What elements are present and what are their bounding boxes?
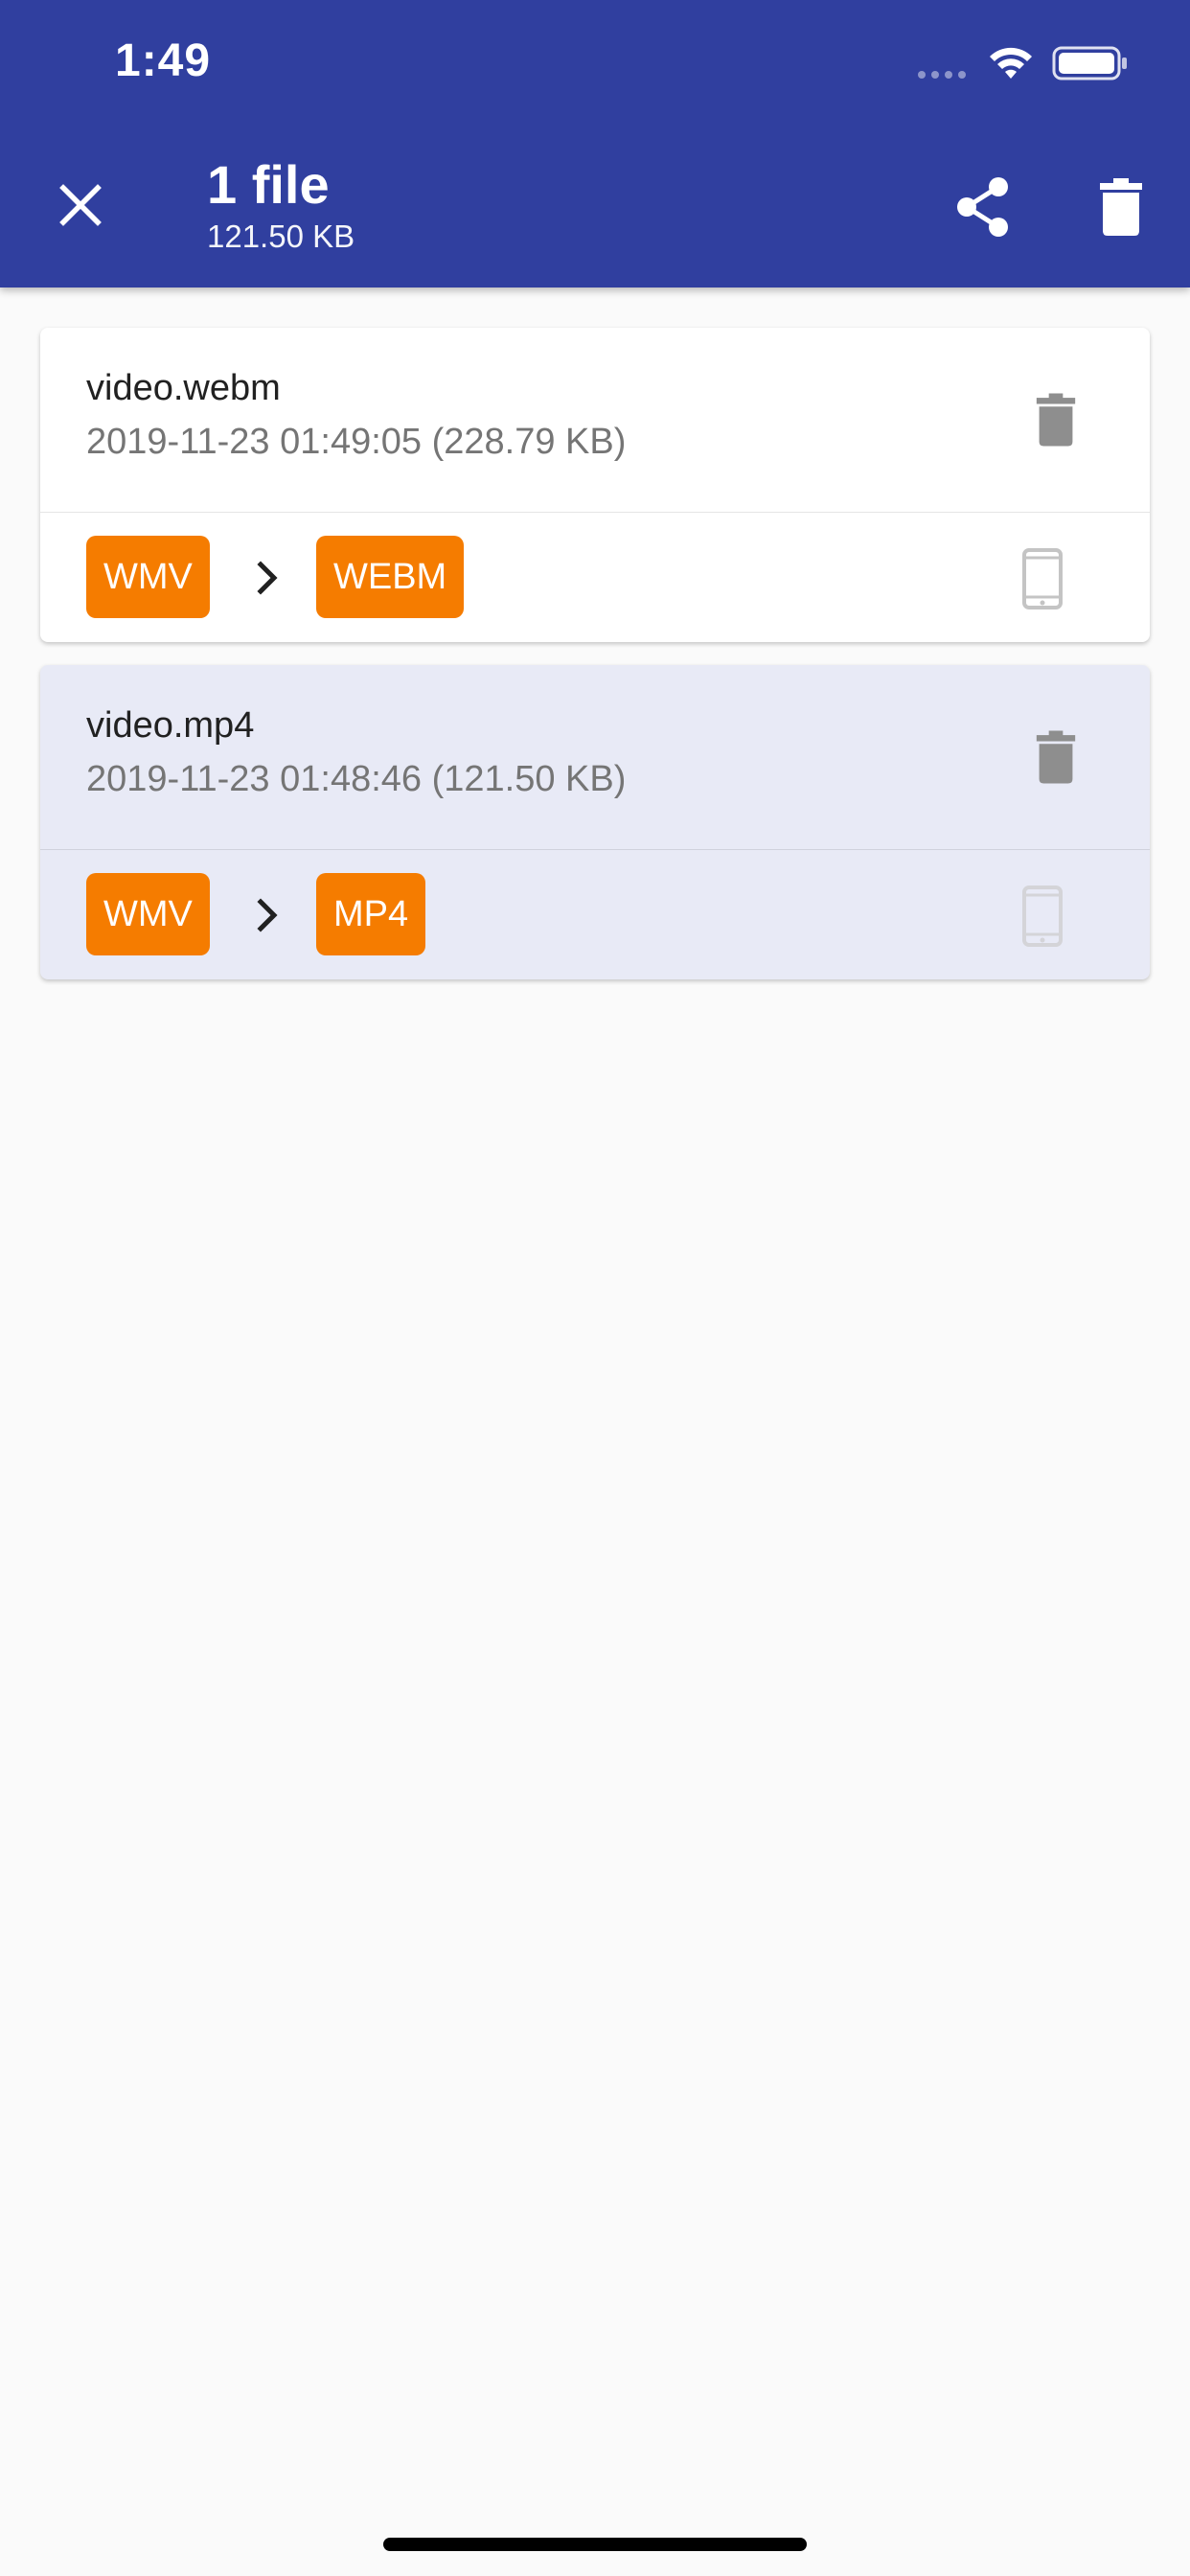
conversion-card-selected[interactable]: video.mp4 2019-11-23 01:48:46 (121.50 KB… bbox=[40, 665, 1150, 979]
card-header: video.mp4 2019-11-23 01:48:46 (121.50 KB… bbox=[40, 665, 1150, 850]
cellular-signal-icon bbox=[918, 71, 966, 79]
battery-icon bbox=[1052, 46, 1127, 80]
home-indicator[interactable] bbox=[383, 2538, 807, 2551]
delete-file-button[interactable] bbox=[1021, 723, 1090, 792]
page-title: 1 file bbox=[207, 154, 330, 215]
conversion-card[interactable]: video.webm 2019-11-23 01:49:05 (228.79 K… bbox=[40, 328, 1150, 642]
page-subtitle: 121.50 KB bbox=[207, 218, 355, 254]
trash-icon bbox=[1100, 178, 1142, 236]
source-format-badge: WMV bbox=[86, 873, 210, 955]
delete-file-button[interactable] bbox=[1021, 385, 1090, 454]
selection-summary: 1 file 121.50 KB bbox=[207, 153, 355, 257]
trash-icon bbox=[1036, 393, 1076, 447]
format-row: WMV WEBM bbox=[40, 513, 1150, 642]
source-format-badge: WMV bbox=[86, 536, 210, 618]
chevron-right-icon bbox=[257, 561, 278, 595]
status-time: 1:49 bbox=[115, 35, 212, 86]
file-meta: 2019-11-23 01:49:05 (228.79 KB) bbox=[86, 422, 627, 462]
file-name: video.webm bbox=[86, 368, 281, 408]
share-button[interactable] bbox=[939, 163, 1027, 251]
phone-icon[interactable] bbox=[1021, 547, 1064, 610]
target-format-badge: WEBM bbox=[316, 536, 465, 618]
close-icon bbox=[59, 184, 102, 226]
chevron-right-icon bbox=[257, 898, 278, 932]
close-button[interactable] bbox=[38, 163, 123, 247]
target-format-badge: MP4 bbox=[316, 873, 426, 955]
conversion-list: video.webm 2019-11-23 01:49:05 (228.79 K… bbox=[40, 328, 1150, 1002]
format-row: WMV MP4 bbox=[40, 850, 1150, 979]
app-bar: 1:49 1 file 121.50 KB bbox=[0, 0, 1190, 288]
trash-icon bbox=[1036, 730, 1076, 784]
delete-button[interactable] bbox=[1077, 163, 1165, 251]
phone-icon[interactable] bbox=[1021, 885, 1064, 948]
share-icon bbox=[957, 177, 1008, 237]
file-meta: 2019-11-23 01:48:46 (121.50 KB) bbox=[86, 759, 627, 799]
wifi-icon bbox=[990, 47, 1032, 79]
file-name: video.mp4 bbox=[86, 705, 255, 746]
card-header: video.webm 2019-11-23 01:49:05 (228.79 K… bbox=[40, 328, 1150, 513]
